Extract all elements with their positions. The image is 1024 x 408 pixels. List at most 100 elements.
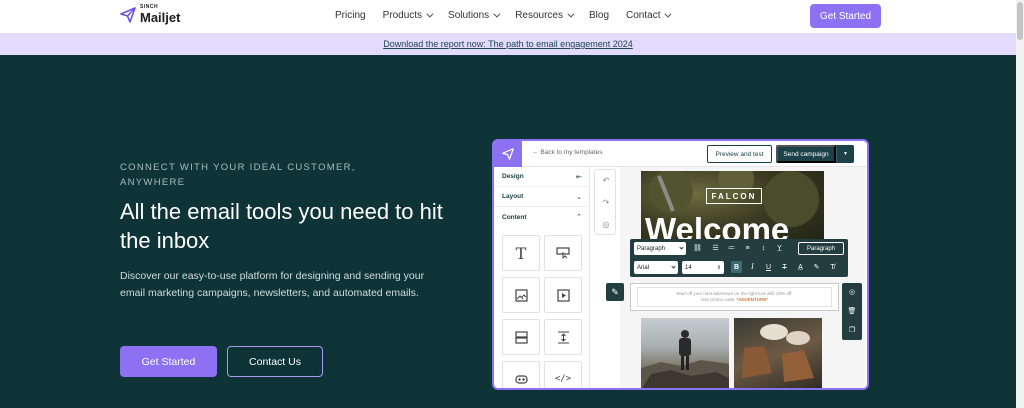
- highlight-pen-icon[interactable]: ✎: [811, 261, 822, 273]
- pencil-icon: ✎: [611, 286, 619, 297]
- announcement-banner: Download the report now: The path to ema…: [0, 33, 1016, 55]
- sidebar-content-label: Content: [502, 213, 527, 221]
- collapse-panel-icon: ⇤: [576, 173, 582, 181]
- font-family-value: Arial: [637, 264, 650, 271]
- history-toolbar: ↶ ↷ ◎: [594, 169, 616, 235]
- chevron-down-icon: [664, 10, 672, 18]
- hero-headline: All the email tools you need to hit the …: [120, 199, 443, 253]
- layout-block[interactable]: [502, 319, 540, 355]
- block-type-value: Paragraph: [637, 245, 666, 252]
- button-block[interactable]: [544, 235, 582, 271]
- nav-item-label: Products: [382, 10, 423, 21]
- caret-down-icon: ▼: [843, 151, 848, 157]
- video-block[interactable]: [544, 277, 582, 313]
- comment-icon[interactable]: ◎: [846, 286, 858, 298]
- text-format-toolbar: Paragraph ⛓ ☰ ≔ ≡ ↕ Y̲ Paragraph Arial 1…: [630, 239, 848, 277]
- comment-icon[interactable]: ◎: [598, 216, 614, 232]
- trash-icon[interactable]: 🗑: [846, 305, 858, 317]
- nav-item-label: Solutions: [448, 10, 490, 21]
- html-block[interactable]: </>: [544, 361, 582, 388]
- nav-item-label: Contact: [626, 10, 661, 21]
- nav-item-solutions[interactable]: Solutions: [448, 10, 501, 21]
- chevron-down-icon: ⌄: [576, 193, 582, 201]
- hiker-image: [641, 330, 729, 388]
- boots-image: [742, 324, 814, 382]
- mailjet-logo[interactable]: SINCH Mailjet: [120, 5, 180, 24]
- text-case-icon[interactable]: Y̲: [774, 242, 785, 254]
- chevron-down-icon: [679, 245, 684, 250]
- chevron-down-icon: [567, 10, 575, 18]
- nav-item-blog[interactable]: Blog: [589, 10, 609, 21]
- editor-sidebar: Design ⇤ Layout ⌄ Content ⌃ T </>: [494, 167, 590, 388]
- nav-item-label: Blog: [589, 10, 610, 21]
- boots-photo: [734, 318, 822, 388]
- image-block[interactable]: [502, 277, 540, 313]
- promo-text-block[interactable]: Start off your next adventure on the rig…: [630, 283, 839, 311]
- block-type-select[interactable]: Paragraph: [634, 242, 686, 255]
- hero-contact-us-button[interactable]: Contact Us: [227, 346, 323, 377]
- sidebar-design[interactable]: Design ⇤: [494, 167, 590, 187]
- promo-code-line: Use promo code: *ADVENTURE*: [701, 297, 768, 303]
- scrollbar-thumb[interactable]: [1017, 2, 1023, 40]
- strikethrough-icon[interactable]: T: [779, 261, 790, 273]
- nav-item-label: Pricing: [335, 10, 366, 21]
- font-family-select[interactable]: Arial: [634, 261, 678, 274]
- block-actions-toolbar: ◎ 🗑 ❐: [842, 283, 862, 340]
- duplicate-icon[interactable]: ❐: [846, 324, 858, 336]
- nav-item-contact[interactable]: Contact: [626, 10, 672, 21]
- nav-item-products[interactable]: Products: [382, 10, 434, 21]
- undo-icon[interactable]: ↶: [598, 172, 614, 188]
- font-size-stepper[interactable]: 14 ⇕: [682, 261, 724, 274]
- chevron-up-icon: ⌃: [576, 214, 582, 221]
- back-to-templates-link[interactable]: ← Back to my templates: [532, 149, 602, 156]
- text-color-icon[interactable]: A̲: [795, 261, 806, 273]
- preview-and-test-button[interactable]: Preview and test: [707, 145, 772, 163]
- text-icon: T: [515, 243, 527, 263]
- numbered-list-icon[interactable]: ≔: [726, 242, 737, 254]
- clear-format-icon[interactable]: T̸: [827, 261, 838, 273]
- hero-get-started-button[interactable]: Get Started: [120, 346, 217, 377]
- italic-icon[interactable]: I: [747, 261, 758, 273]
- social-block[interactable]: [502, 361, 540, 388]
- email-welcome-heading: Welcome: [645, 213, 790, 241]
- nav-item-pricing[interactable]: Pricing: [335, 10, 366, 21]
- paragraph-style-button[interactable]: Paragraph: [798, 242, 844, 255]
- social-icon: [514, 374, 528, 384]
- align-left-icon[interactable]: ≡: [742, 242, 753, 254]
- page-scrollbar[interactable]: [1016, 0, 1024, 408]
- underline-icon[interactable]: U: [763, 261, 774, 273]
- send-campaign-button[interactable]: Send campaign: [776, 145, 836, 163]
- bullet-list-icon[interactable]: ☰: [710, 242, 721, 254]
- hiker-photo: [641, 318, 729, 388]
- spacer-block[interactable]: [544, 319, 582, 355]
- layout-rows-icon: [514, 330, 528, 344]
- redo-icon[interactable]: ↷: [598, 194, 614, 210]
- bold-icon[interactable]: B: [731, 261, 742, 273]
- send-options-dropdown[interactable]: ▼: [836, 145, 854, 163]
- paper-plane-icon: [120, 6, 136, 23]
- email-brand-logo: FALCON: [706, 188, 762, 204]
- hero-subtitle: Discover our easy-to-use platform for de…: [120, 270, 425, 299]
- chevron-down-icon: [426, 10, 434, 18]
- sidebar-content[interactable]: Content ⌃: [494, 207, 590, 227]
- link-icon[interactable]: ⛓: [692, 242, 703, 254]
- sidebar-layout[interactable]: Layout ⌄: [494, 187, 590, 207]
- line-height-icon[interactable]: ↕: [758, 242, 769, 254]
- promo-text-inner: Start off your next adventure on the rig…: [637, 287, 832, 307]
- top-nav: SINCH Mailjet Pricing Products Solutions…: [0, 0, 1016, 33]
- editor-logo: [494, 141, 522, 167]
- sidebar-layout-label: Layout: [502, 193, 524, 200]
- code-icon: </>: [554, 374, 572, 384]
- nav-get-started-button[interactable]: Get Started: [810, 4, 881, 28]
- arrow-left-icon: ←: [532, 149, 539, 156]
- main-menu: Pricing Products Solutions Resources Blo…: [335, 10, 686, 21]
- promo-code: *ADVENTURE*: [736, 297, 769, 302]
- edit-block-button[interactable]: ✎: [606, 283, 624, 301]
- editor-topbar: ← Back to my templates Preview and test …: [494, 141, 867, 167]
- nav-item-resources[interactable]: Resources: [515, 10, 575, 21]
- logo-mailjet-text: Mailjet: [140, 10, 181, 25]
- paper-plane-icon: [502, 148, 514, 160]
- stepper-icon: ⇕: [716, 264, 721, 271]
- report-download-link[interactable]: Download the report now: The path to ema…: [383, 39, 633, 49]
- text-block[interactable]: T: [502, 235, 540, 271]
